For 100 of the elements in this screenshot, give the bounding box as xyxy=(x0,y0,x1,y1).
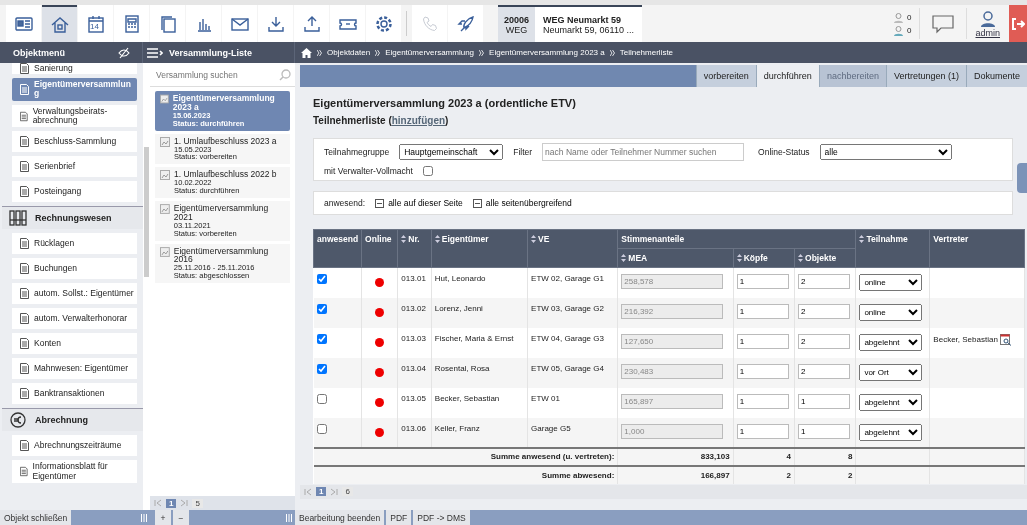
participation-select[interactable]: online xyxy=(859,303,923,321)
table-cell: 013.01 xyxy=(397,267,432,298)
table-cell: ETW 05, Garage G4 xyxy=(527,357,618,388)
toolbar-button[interactable] xyxy=(222,5,257,42)
chat-icon[interactable] xyxy=(931,13,956,34)
column-header[interactable]: Teilnahme xyxy=(855,229,930,268)
menu-item[interactable]: Konten xyxy=(12,333,137,355)
action-button[interactable]: PDF xyxy=(386,510,412,525)
meeting-title: Eigentümerversammlung 2016 xyxy=(173,246,270,265)
remove-button[interactable]: − xyxy=(173,510,189,525)
toolbar-button[interactable] xyxy=(294,5,329,42)
close-object-button[interactable]: Objekt schließen xyxy=(0,510,72,525)
menu-item[interactable]: Eigentümerversammlung xyxy=(12,78,137,101)
menu-item[interactable]: Buchungen xyxy=(12,258,137,280)
select-all-option[interactable]: alle seitenübergreifend xyxy=(472,198,572,208)
object-info[interactable]: 20006 WEG WEG Neumarkt 59 Neumarkt 59, 06110 ... xyxy=(498,5,642,42)
tab[interactable]: vorbereiten xyxy=(695,65,756,87)
objects-field[interactable]: 2 xyxy=(798,363,850,379)
document-icon xyxy=(20,63,29,74)
document-icon xyxy=(20,161,29,173)
menu-item[interactable]: Beschluss-Sammlung xyxy=(12,131,137,153)
menu-section[interactable]: Abrechnung xyxy=(2,408,143,432)
menu-item[interactable]: autom. Sollst.: Eigentümer xyxy=(12,283,137,305)
heads-field[interactable]: 1 xyxy=(736,333,789,349)
heads-field[interactable]: 1 xyxy=(736,363,789,379)
menu-item[interactable]: Posteingang xyxy=(12,181,137,203)
home-icon[interactable] xyxy=(301,47,312,58)
toolbar-button[interactable] xyxy=(258,5,293,42)
objects-field[interactable]: 1 xyxy=(798,393,850,409)
column-header[interactable]: Nr. xyxy=(397,229,432,268)
menu-item[interactable]: Mahnwesen: Eigentümer xyxy=(12,358,137,380)
table-cell: Fischer, Maria & Ernst xyxy=(431,327,528,358)
resize-grip-icon[interactable] xyxy=(286,513,292,522)
page-number[interactable]: 1 xyxy=(166,498,177,508)
action-button[interactable]: Bearbeitung beenden xyxy=(295,510,385,525)
action-button[interactable]: PDF -> DMS xyxy=(413,510,470,525)
panel-title: Objektmenü xyxy=(13,47,65,58)
objects-field[interactable]: 2 xyxy=(798,303,850,319)
tab[interactable]: durchführen xyxy=(755,65,819,87)
list-icon[interactable] xyxy=(147,47,163,58)
menu-item[interactable]: Banktransaktionen xyxy=(12,383,137,405)
present-checkbox[interactable] xyxy=(316,274,327,284)
participation-select[interactable]: abgelehnt xyxy=(859,393,923,411)
toolbar-button[interactable] xyxy=(186,5,221,42)
eye-off-icon[interactable] xyxy=(118,46,130,59)
select-all-option[interactable]: alle auf dieser Seite xyxy=(375,198,463,208)
participation-select[interactable]: abgelehnt xyxy=(859,333,923,351)
participation-select[interactable]: online xyxy=(859,274,923,291)
present-checkbox[interactable] xyxy=(316,423,327,434)
menu-item[interactable]: Abrechnungszeiträume xyxy=(12,435,137,457)
page-number[interactable]: 1 xyxy=(316,487,327,496)
table-cell: 2 xyxy=(794,465,856,484)
sum-label: Summe abwesend: xyxy=(313,465,618,484)
toolbar-button[interactable] xyxy=(42,5,77,42)
breadcrumb-link[interactable]: Eigentümerversammlung 2023 a xyxy=(489,48,605,57)
present-checkbox[interactable] xyxy=(316,333,327,344)
group-select[interactable]: Hauptgemeinschaft xyxy=(399,144,504,160)
heads-field[interactable]: 1 xyxy=(736,274,789,289)
menu-item[interactable]: Sanierung xyxy=(12,63,137,74)
toolbar-button[interactable] xyxy=(114,5,149,42)
objects-field[interactable]: 2 xyxy=(798,274,850,289)
objects-field[interactable]: 2 xyxy=(798,333,850,349)
menu-item[interactable]: Informationsblatt für Eigentümer xyxy=(12,460,137,484)
toolbar-button[interactable]: 14 xyxy=(78,5,113,42)
toolbar-button[interactable] xyxy=(330,5,365,42)
add-button[interactable]: + xyxy=(155,510,171,525)
heads-field[interactable]: 1 xyxy=(736,423,789,439)
present-checkbox[interactable] xyxy=(316,393,327,404)
tab[interactable]: Dokumente xyxy=(965,65,1027,87)
filter-field[interactable]: nach Name oder Teilnehmer Nummer suchen xyxy=(542,143,745,161)
toolbar-button[interactable] xyxy=(448,5,483,42)
present-checkbox[interactable] xyxy=(316,363,327,374)
toolbar-button[interactable] xyxy=(150,5,185,42)
heads-field[interactable]: 1 xyxy=(736,393,789,409)
online-status-select[interactable]: alle xyxy=(819,144,952,160)
resize-grip-icon[interactable] xyxy=(141,513,147,522)
column-header[interactable]: Eigentümer xyxy=(431,229,528,268)
proxy-checkbox[interactable] xyxy=(422,166,433,176)
heads-field[interactable]: 1 xyxy=(736,303,789,319)
logout-button[interactable] xyxy=(1009,5,1027,42)
toolbar-button[interactable] xyxy=(366,5,401,42)
objects-field[interactable]: 1 xyxy=(798,423,850,439)
menu-item[interactable]: Verwaltungsbeirats-abrechnung xyxy=(12,104,137,128)
menu-item[interactable]: Serienbrief xyxy=(12,156,137,178)
menu-item[interactable]: autom. Verwalterhonorar xyxy=(12,308,137,330)
menu-section[interactable]: Rechnungswesen xyxy=(2,206,143,230)
participation-select[interactable]: vor Ort xyxy=(859,363,923,381)
column-header[interactable]: VE xyxy=(527,229,618,268)
user-link[interactable]: admin xyxy=(975,27,1000,38)
toolbar-button[interactable] xyxy=(6,5,41,42)
breadcrumb-link[interactable]: Objektdaten xyxy=(327,48,371,57)
tab[interactable]: Vertretungen (1) xyxy=(885,65,966,87)
menu-item[interactable]: Rücklagen xyxy=(12,233,137,255)
participation-select[interactable]: abgelehnt xyxy=(859,423,923,441)
table-cell: 013.03 xyxy=(397,327,432,358)
document-search-icon[interactable] xyxy=(999,333,1012,346)
present-checkbox[interactable] xyxy=(316,303,327,314)
breadcrumb-link[interactable]: Teilnehmerliste xyxy=(619,48,674,57)
search-icon xyxy=(279,68,291,81)
breadcrumb-link[interactable]: Eigentümerversammlung xyxy=(385,48,475,57)
